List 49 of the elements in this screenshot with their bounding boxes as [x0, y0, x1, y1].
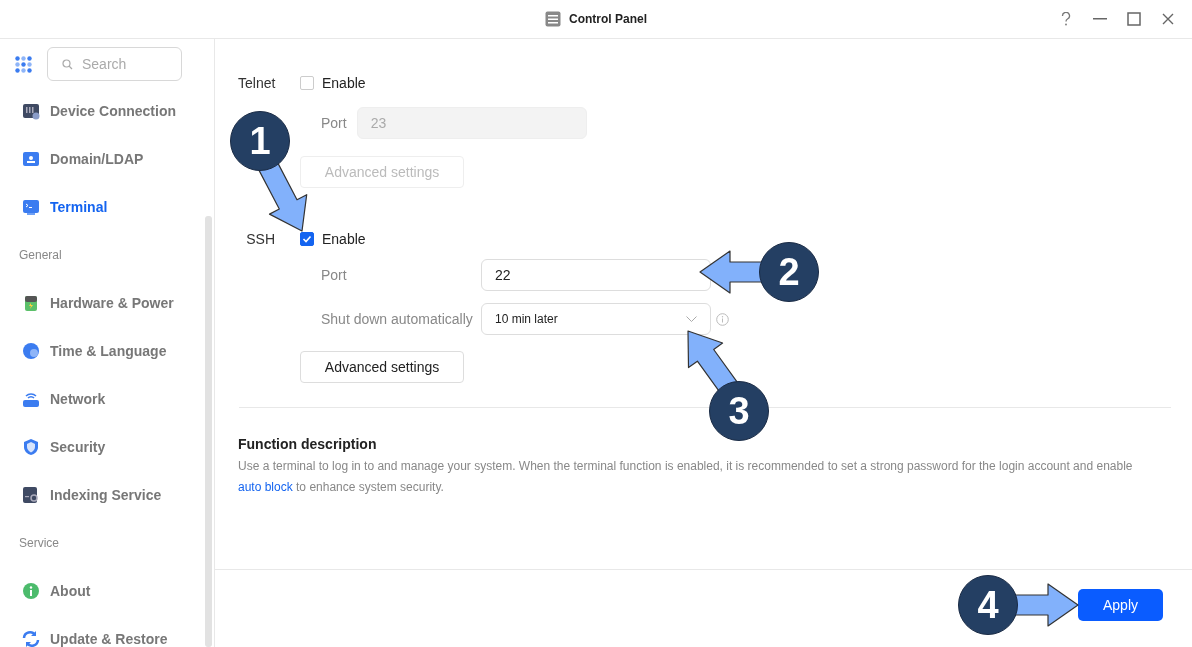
step-badge: 2: [759, 242, 819, 302]
section-header: General: [19, 248, 62, 262]
scrollbar[interactable]: [205, 216, 212, 647]
apps-grid-icon[interactable]: [15, 55, 32, 73]
chevron-down-icon: [686, 316, 697, 322]
device-icon: [22, 102, 40, 120]
sidebar-item[interactable]: Terminal: [0, 183, 214, 231]
search-field[interactable]: Search: [47, 47, 182, 81]
section-header: Service: [19, 536, 59, 550]
advanced-settings-button[interactable]: Advanced settings: [300, 351, 464, 383]
control-panel-icon: [545, 11, 561, 27]
setting-label: SSH: [245, 231, 275, 247]
section-title: Function description: [238, 436, 378, 452]
field-label: Shut down automatically: [321, 311, 474, 327]
battery-icon: [22, 294, 40, 312]
description-text: Use a terminal to log in to and manage your system. When the terminal function is enabled, it is recommended to set a strong password for the login account and enable auto block to enhance system security.: [238, 458, 1134, 496]
apply-button[interactable]: Apply: [1078, 588, 1163, 621]
step-badge: 3: [709, 381, 769, 441]
step-badge: 1: [230, 111, 290, 171]
checkbox[interactable]: [300, 232, 314, 246]
router-icon: [22, 390, 40, 408]
shield-icon: [22, 438, 40, 456]
id-card-icon: [22, 150, 40, 168]
sidebar-item[interactable]: Hardware & Power: [0, 279, 214, 327]
sidebar-item[interactable]: Network: [0, 375, 214, 423]
info-icon: [22, 582, 40, 600]
sidebar-item[interactable]: Indexing Service: [0, 471, 214, 519]
field-label: Port: [321, 115, 347, 131]
field-label: Port: [321, 267, 348, 283]
sidebar-item[interactable]: Security: [0, 423, 214, 471]
sidebar-item[interactable]: Update & Restore: [0, 615, 214, 647]
checkbox-label: Enable: [322, 231, 366, 247]
step-badge: 4: [958, 575, 1018, 635]
terminal-icon: [22, 198, 40, 216]
shutdown-dropdown[interactable]: 10 min later: [481, 303, 711, 335]
checkbox-label: Enable: [322, 75, 366, 91]
search-icon: [62, 59, 73, 70]
sidebar-item[interactable]: Device Connection: [0, 87, 214, 135]
window-title: Control Panel: [569, 12, 647, 26]
sidebar-item[interactable]: Time & Language: [0, 327, 214, 375]
sidebar-item[interactable]: Domain/LDAP: [0, 135, 214, 183]
checkmark-icon: [302, 234, 312, 244]
server-search-icon: [22, 486, 40, 504]
refresh-icon: [22, 630, 40, 647]
sidebar-item[interactable]: About: [0, 567, 214, 615]
port-field[interactable]: 22: [481, 259, 711, 291]
setting-label: Telnet: [238, 75, 275, 91]
maximize-icon[interactable]: [1124, 9, 1144, 29]
auto-block-link[interactable]: auto block: [238, 480, 293, 494]
